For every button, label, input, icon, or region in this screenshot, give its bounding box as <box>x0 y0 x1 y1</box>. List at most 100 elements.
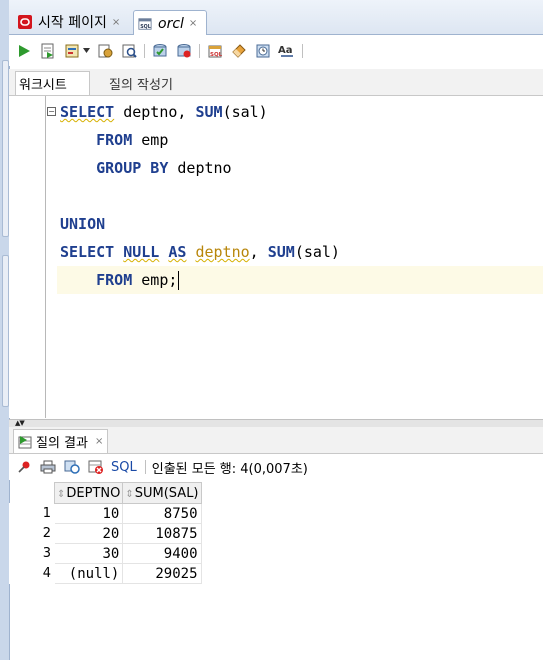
code-token: SELECT <box>60 243 115 261</box>
row-number: 2 <box>9 523 55 544</box>
tab-query-result-label: 질의 결과 <box>36 436 88 451</box>
text-caret <box>178 271 180 290</box>
tab-worksheet[interactable]: 워크시트 <box>15 71 90 95</box>
history-icon[interactable] <box>254 42 272 60</box>
column-header-label: SUM(SAL) <box>134 485 199 501</box>
commit-icon[interactable] <box>151 42 169 60</box>
code-token: GROUP BY <box>96 159 169 177</box>
print-icon[interactable] <box>39 458 57 476</box>
line-gutter <box>9 96 46 418</box>
document-tab-bar: 시작 페이지 × SQL orcl × <box>9 0 543 36</box>
code-token: deptno, <box>114 103 196 121</box>
table-row[interactable]: 1 10 8750 <box>9 503 202 524</box>
toolbar-separator <box>199 43 200 58</box>
cell-sum-sal[interactable]: 9400 <box>122 543 202 564</box>
code-line[interactable]: SELECT deptno, SUM(sal) <box>60 98 268 126</box>
fetch-status-text: 인출된 모든 행: 4(0,007초) <box>151 461 308 477</box>
left-scroll-handle-top[interactable] <box>2 60 9 237</box>
header-row: ⇕DEPTNO ⇕SUM(SAL) <box>9 482 202 504</box>
dropdown-arrow-icon[interactable] <box>82 42 90 60</box>
sort-icon[interactable]: ⇕ <box>125 489 133 500</box>
code-line[interactable]: FROM emp; <box>60 266 180 294</box>
cell-sum-sal[interactable]: 8750 <box>122 503 202 524</box>
code-token: , <box>249 243 268 261</box>
results-grid[interactable]: ⇕DEPTNO ⇕SUM(SAL) 1 10 8750 2 20 10875 3 30 9400… <box>9 482 229 584</box>
worksheet-toolbar: SQL Aa <box>9 35 543 66</box>
code-token: deptno <box>168 159 232 177</box>
query-result-icon <box>18 435 32 448</box>
unshared-sql-worksheet-icon[interactable]: SQL <box>206 42 224 60</box>
code-token: AS <box>168 243 187 261</box>
cell-deptno[interactable]: 10 <box>53 503 124 524</box>
collapse-fold-icon[interactable]: − <box>47 107 56 116</box>
table-row[interactable]: 3 30 9400 <box>9 543 202 564</box>
row-number-header <box>9 482 55 504</box>
results-toolbar: SQL 인출된 모든 행: 4(0,007초) <box>9 454 543 480</box>
cell-sum-sal[interactable]: 29025 <box>122 563 202 584</box>
row-number: 4 <box>9 563 55 584</box>
code-token: FROM <box>96 271 133 289</box>
cell-deptno[interactable]: (null) <box>53 563 124 584</box>
code-token: deptno <box>195 243 250 261</box>
code-line[interactable]: SELECT NULL AS deptno, SUM(sal) <box>60 238 340 266</box>
tab-orcl[interactable]: SQL orcl × <box>133 10 207 36</box>
code-token: UNION <box>60 215 106 233</box>
results-body: 1 10 8750 2 20 10875 3 30 9400 4 (null) 29025 <box>9 503 202 584</box>
code-token: (sal) <box>222 103 268 121</box>
run-statement-icon[interactable] <box>15 42 33 60</box>
code-line[interactable]: UNION <box>60 210 105 238</box>
explain-plan-icon[interactable] <box>96 42 114 60</box>
cancel-query-icon[interactable] <box>87 458 105 476</box>
refresh-icon[interactable] <box>63 458 81 476</box>
tab-query-builder[interactable]: 질의 작성기 <box>109 74 173 93</box>
cell-deptno[interactable]: 20 <box>53 523 124 544</box>
code-token: NULL <box>123 243 160 261</box>
rollback-icon[interactable] <box>175 42 193 60</box>
svg-text:SQL: SQL <box>210 52 223 58</box>
code-line[interactable]: GROUP BY deptno <box>60 154 232 182</box>
pin-icon[interactable] <box>15 458 33 476</box>
toolbar-separator <box>144 43 145 58</box>
format-case-icon[interactable]: Aa <box>278 42 296 60</box>
svg-text:SQL: SQL <box>140 23 151 29</box>
code-line[interactable]: FROM emp <box>60 126 168 154</box>
sql-link[interactable]: SQL <box>111 460 137 475</box>
cell-deptno[interactable]: 30 <box>53 543 124 564</box>
sql-editor[interactable]: − SELECT deptno, SUM(sal) FROM emp GROUP… <box>9 96 543 418</box>
toolbar-separator <box>144 460 146 474</box>
table-row[interactable]: 4 (null) 29025 <box>9 563 202 584</box>
editor-subtab-bar: 워크시트 질의 작성기 <box>9 69 543 96</box>
code-token: SUM <box>267 243 295 261</box>
results-table: ⇕DEPTNO ⇕SUM(SAL) 1 10 8750 2 20 10875 3 30 9400… <box>9 482 202 584</box>
tab-start-close-icon[interactable]: × <box>112 17 120 28</box>
svg-text:Aa: Aa <box>278 45 293 56</box>
tab-query-result-close-icon[interactable]: × <box>95 436 103 447</box>
column-header-deptno[interactable]: ⇕DEPTNO <box>53 482 124 504</box>
sql-tuning-icon[interactable] <box>120 42 138 60</box>
code-token: SELECT <box>60 103 115 121</box>
clear-eraser-icon[interactable] <box>230 42 248 60</box>
autotrace-icon[interactable] <box>63 42 81 60</box>
tab-start-page[interactable]: 시작 페이지 × <box>14 10 129 34</box>
row-number: 1 <box>9 503 55 524</box>
sort-icon[interactable]: ⇕ <box>57 489 65 500</box>
tab-orcl-label: orcl <box>158 15 184 32</box>
splitter-arrows-icon[interactable]: ▲▼ <box>15 419 25 427</box>
run-script-icon[interactable] <box>39 42 57 60</box>
tab-start-label: 시작 페이지 <box>38 15 107 31</box>
tab-query-result[interactable]: 질의 결과 × <box>13 429 109 453</box>
code-token: emp <box>132 131 169 149</box>
cell-sum-sal[interactable]: 10875 <box>122 523 202 544</box>
table-row[interactable]: 2 20 10875 <box>9 523 202 544</box>
code-token: FROM <box>96 131 133 149</box>
code-token: (sal) <box>294 243 340 261</box>
column-header-sum-sal[interactable]: ⇕SUM(SAL) <box>122 482 202 504</box>
tab-worksheet-label: 워크시트 <box>19 78 67 93</box>
tab-orcl-close-icon[interactable]: × <box>189 18 197 29</box>
code-token: SUM <box>195 103 223 121</box>
row-number: 3 <box>9 543 55 564</box>
left-scroll-handle-bottom[interactable] <box>2 255 9 407</box>
